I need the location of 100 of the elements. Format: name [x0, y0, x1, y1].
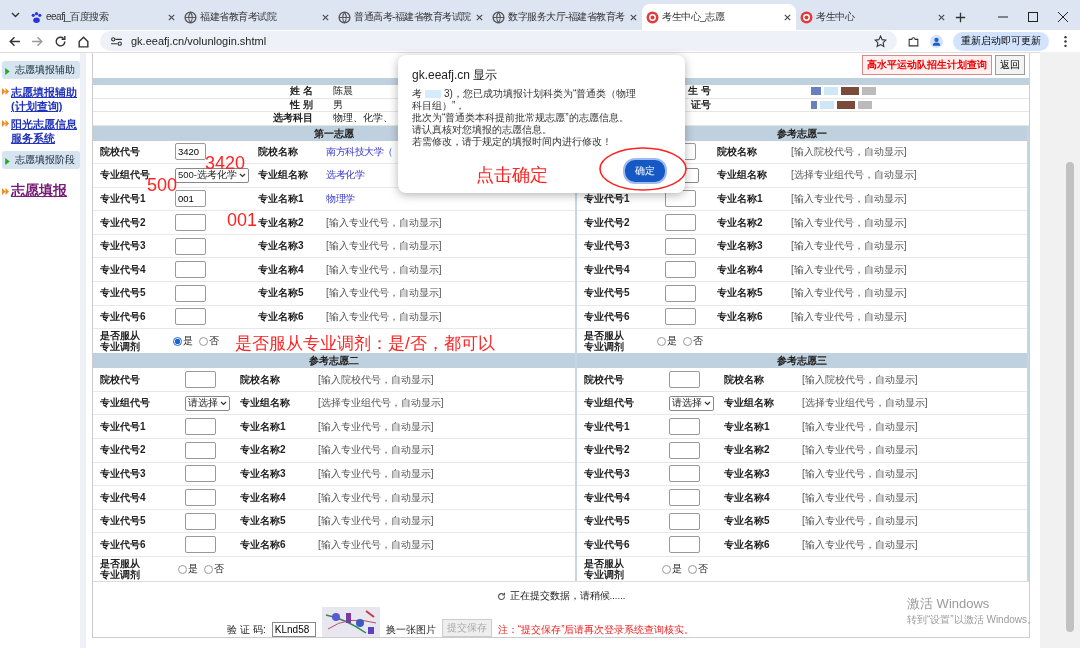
code-input[interactable]: [665, 261, 696, 279]
code-input[interactable]: [665, 237, 696, 255]
field-hint: [输入专业代号，自动显示]: [791, 216, 907, 228]
field-label: 专业代号2: [584, 444, 630, 456]
reload-icon[interactable]: [54, 34, 67, 48]
field-label: 专业名称6: [258, 310, 304, 322]
code-input[interactable]: 3420: [175, 143, 206, 161]
radio-button[interactable]: [199, 336, 208, 346]
browser-tab[interactable]: eeafj_百度搜索: [26, 4, 180, 30]
radio-button[interactable]: [657, 336, 666, 346]
captcha-input[interactable]: KLnd58: [271, 622, 316, 637]
field-label: 是否服从专业调剂: [99, 330, 141, 353]
code-input[interactable]: [175, 237, 206, 255]
code-input[interactable]: [669, 536, 700, 554]
radio-button[interactable]: [178, 564, 187, 574]
browser-tab[interactable]: 福建省教育考试院: [180, 4, 334, 30]
close-icon[interactable]: [783, 12, 792, 22]
code-input[interactable]: [669, 512, 700, 530]
close-icon[interactable]: [629, 12, 638, 22]
maximize-icon[interactable]: [1028, 12, 1038, 22]
annotation-text: 500: [147, 175, 178, 195]
back-icon[interactable]: [8, 34, 21, 48]
forward-icon[interactable]: [31, 34, 44, 48]
code-input[interactable]: [185, 512, 216, 530]
code-input[interactable]: [669, 489, 700, 506]
field-hint: [输入专业代号，自动显示]: [326, 240, 442, 252]
arrow-icon: [2, 120, 9, 127]
address-bar[interactable]: gk.eeafj.cn/volunlogin.shtml: [100, 31, 897, 51]
field-hint: [输入专业代号，自动显示]: [791, 263, 907, 275]
new-tab-icon[interactable]: [954, 11, 967, 24]
browser-tab[interactable]: 数字服务大厅-福建省教育考: [488, 4, 642, 30]
browser-tab[interactable]: 考生中心: [796, 4, 950, 30]
field-label: 院校名称: [258, 145, 298, 157]
toolbar-button[interactable]: 返回: [995, 54, 1025, 75]
field-label: 专业名称5: [717, 287, 763, 299]
code-input[interactable]: [665, 284, 696, 302]
code-input[interactable]: [175, 284, 206, 302]
radio-button[interactable]: [688, 564, 697, 574]
code-input[interactable]: [175, 261, 206, 279]
tab-list-icon[interactable]: [10, 12, 20, 18]
field-label: 专业代号6: [100, 310, 146, 322]
field-hint: [输入专业代号，自动显示]: [791, 193, 907, 204]
update-button[interactable]: 重新启动即可更新: [953, 31, 1049, 51]
code-input[interactable]: [669, 441, 700, 459]
code-input[interactable]: 001: [175, 190, 206, 208]
code-input[interactable]: [185, 371, 216, 389]
close-icon[interactable]: [1058, 12, 1068, 22]
site-info-icon[interactable]: [110, 34, 123, 48]
star-icon[interactable]: [874, 34, 887, 48]
confirm-button[interactable]: 确定: [623, 158, 667, 184]
sidebar-link[interactable]: 志愿填报辅助(计划查询): [11, 85, 80, 113]
scrollbar[interactable]: [1040, 52, 1080, 648]
dialog-text: 批次为“普通类本科提前批常规志愿”的志愿信息。: [412, 112, 630, 124]
refresh-captcha-link[interactable]: 换一张图片: [385, 623, 436, 637]
code-input[interactable]: [185, 489, 216, 506]
code-input[interactable]: [185, 465, 216, 483]
toolbar-button[interactable]: 高水平运动队招生计划查询: [862, 54, 992, 75]
field-label: 专业代号4: [584, 491, 630, 503]
sidebar-link[interactable]: 志愿填报: [11, 181, 80, 199]
field-label: 专业组名称: [240, 397, 290, 409]
code-input[interactable]: [669, 418, 700, 436]
radio-button[interactable]: [173, 336, 182, 346]
info-label: 姓 名: [289, 85, 314, 98]
field-label: 专业代号2: [100, 444, 146, 456]
field-label: 专业代号1: [100, 420, 146, 432]
profile-icon[interactable]: [930, 34, 943, 48]
code-input[interactable]: [665, 308, 696, 326]
radio-button[interactable]: [683, 336, 692, 346]
field-label: 专业名称5: [724, 515, 770, 527]
arrow-icon: [2, 88, 9, 95]
sidebar-section[interactable]: 志愿填报阶段: [2, 151, 80, 169]
radio-button[interactable]: [662, 564, 671, 574]
radio-button[interactable]: [204, 564, 213, 574]
field-label: 是否服从专业调剂: [583, 558, 625, 580]
code-input[interactable]: [175, 308, 206, 326]
browser-tab[interactable]: 考生中心_志愿: [642, 4, 796, 30]
field-label: 院校名称: [724, 373, 764, 385]
group-select[interactable]: 请选择: [185, 395, 230, 411]
extension-icon[interactable]: [907, 34, 920, 48]
field-hint: [选择专业组代号，自动显示]: [318, 397, 444, 409]
code-input[interactable]: [665, 214, 696, 232]
code-input[interactable]: [175, 214, 206, 232]
home-icon[interactable]: [77, 34, 90, 48]
code-input[interactable]: [185, 418, 216, 436]
code-input[interactable]: [185, 536, 216, 554]
close-icon[interactable]: [475, 12, 484, 22]
radio-label: 否: [209, 334, 219, 349]
code-input[interactable]: [669, 371, 700, 389]
group-select[interactable]: 请选择: [669, 395, 714, 411]
code-input[interactable]: [185, 441, 216, 459]
sidebar-section[interactable]: 志愿填报辅助: [2, 61, 80, 79]
info-value: 陈晨: [332, 85, 353, 98]
close-icon[interactable]: [321, 12, 330, 22]
browser-tab[interactable]: 普通高考-福建省教育考试院: [334, 4, 488, 30]
close-icon[interactable]: [937, 12, 946, 22]
field-label: 专业组代号: [100, 169, 150, 181]
code-input[interactable]: [669, 465, 700, 483]
dialog-text: 考: [412, 88, 422, 100]
close-icon[interactable]: [167, 12, 176, 22]
sidebar-link[interactable]: 阳光志愿信息服务系统: [11, 117, 80, 145]
